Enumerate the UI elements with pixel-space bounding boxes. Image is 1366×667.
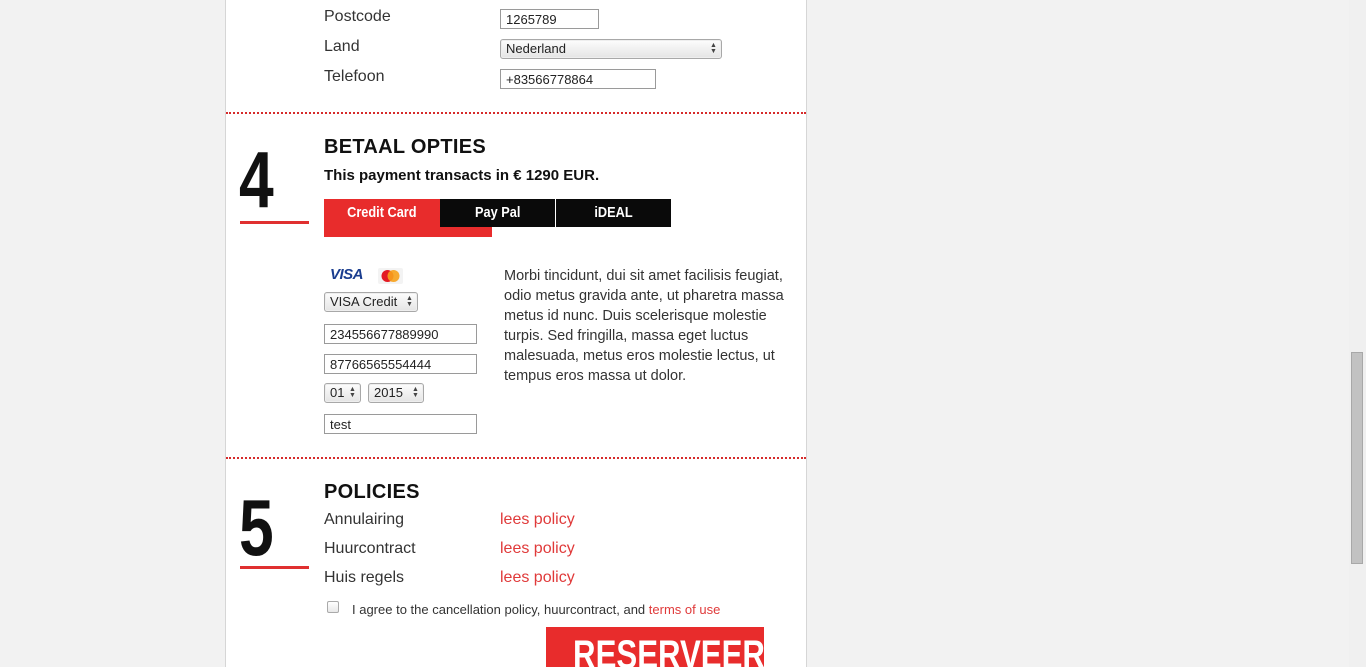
- card-type-value: VISA Credit: [330, 294, 398, 309]
- payment-description: Morbi tincidunt, dui sit amet facilisis …: [504, 268, 784, 384]
- step-number-5: 5: [239, 483, 274, 572]
- exp-month-select[interactable]: 01 ▲ ▼: [324, 383, 361, 403]
- exp-year-select[interactable]: 2015 ▲ ▼: [368, 383, 424, 403]
- card-second-input[interactable]: 87766565554444: [324, 354, 477, 374]
- section-divider: [226, 457, 806, 459]
- policy-link-huis-regels[interactable]: lees policy: [500, 569, 575, 587]
- terms-of-use-link[interactable]: terms of use: [649, 602, 721, 617]
- payment-heading: BETAAL OPTIES: [324, 136, 487, 158]
- policy-label-huis-regels: Huis regels: [324, 569, 405, 586]
- select-arrows-icon: ▲ ▼: [349, 386, 356, 399]
- visa-logo-icon: VISA: [330, 266, 364, 283]
- tab-credit-card[interactable]: Credit Card: [324, 199, 439, 227]
- card-type-select[interactable]: VISA Credit ▲ ▼: [324, 292, 418, 312]
- policy-link-annulairing[interactable]: lees policy: [500, 511, 575, 529]
- agree-text: I agree to the cancellation policy, huur…: [352, 602, 646, 617]
- tab-paypal-label: Pay Pal: [474, 204, 521, 221]
- policy-link-huurcontract[interactable]: lees policy: [500, 540, 575, 558]
- land-select[interactable]: Nederland ▲ ▼: [500, 39, 722, 59]
- card-number-input[interactable]: 234556677889990: [324, 324, 477, 344]
- section-divider: [226, 112, 806, 114]
- agree-text-row: I agree to the cancellation policy, huur…: [352, 602, 720, 617]
- land-select-value: Nederland: [506, 41, 566, 56]
- postcode-label: Postcode: [324, 8, 391, 25]
- booking-form-panel: Postcode 1265789 Land Nederland ▲ ▼ Telef…: [225, 0, 807, 667]
- tab-ideal[interactable]: iDEAL: [556, 199, 671, 227]
- step-underline: [240, 221, 309, 224]
- telefoon-label: Telefoon: [324, 68, 385, 85]
- select-arrows-icon: ▲ ▼: [412, 386, 419, 399]
- tab-credit-card-label: Credit Card: [346, 204, 417, 221]
- reserveer-button-label: RESERVEER: [573, 633, 764, 667]
- select-arrows-icon: ▲ ▼: [406, 295, 413, 308]
- policy-label-annulairing: Annulairing: [324, 511, 405, 528]
- page-scrollbar[interactable]: [1349, 0, 1366, 667]
- policies-heading: POLICIES: [324, 481, 420, 503]
- policy-label-huurcontract: Huurcontract: [324, 540, 416, 557]
- mastercard-logo-icon: [378, 268, 403, 284]
- telefoon-input[interactable]: +83566778864: [500, 69, 656, 89]
- step-number-4: 4: [239, 135, 274, 224]
- tab-ideal-label: iDEAL: [594, 204, 633, 221]
- tab-paypal[interactable]: Pay Pal: [440, 199, 555, 227]
- postcode-input[interactable]: 1265789: [500, 9, 599, 29]
- exp-year-value: 2015: [374, 385, 403, 400]
- select-arrows-icon: ▲ ▼: [710, 42, 717, 55]
- scrollbar-thumb[interactable]: [1351, 352, 1363, 564]
- land-label: Land: [324, 38, 360, 55]
- exp-month-value: 01: [330, 385, 345, 400]
- step-underline: [240, 566, 309, 569]
- reserveer-button[interactable]: RESERVEER: [546, 627, 764, 667]
- agree-checkbox[interactable]: [327, 601, 339, 613]
- payment-subheading: This payment transacts in € 1290 EUR.: [324, 167, 600, 184]
- card-name-input[interactable]: test: [324, 414, 477, 434]
